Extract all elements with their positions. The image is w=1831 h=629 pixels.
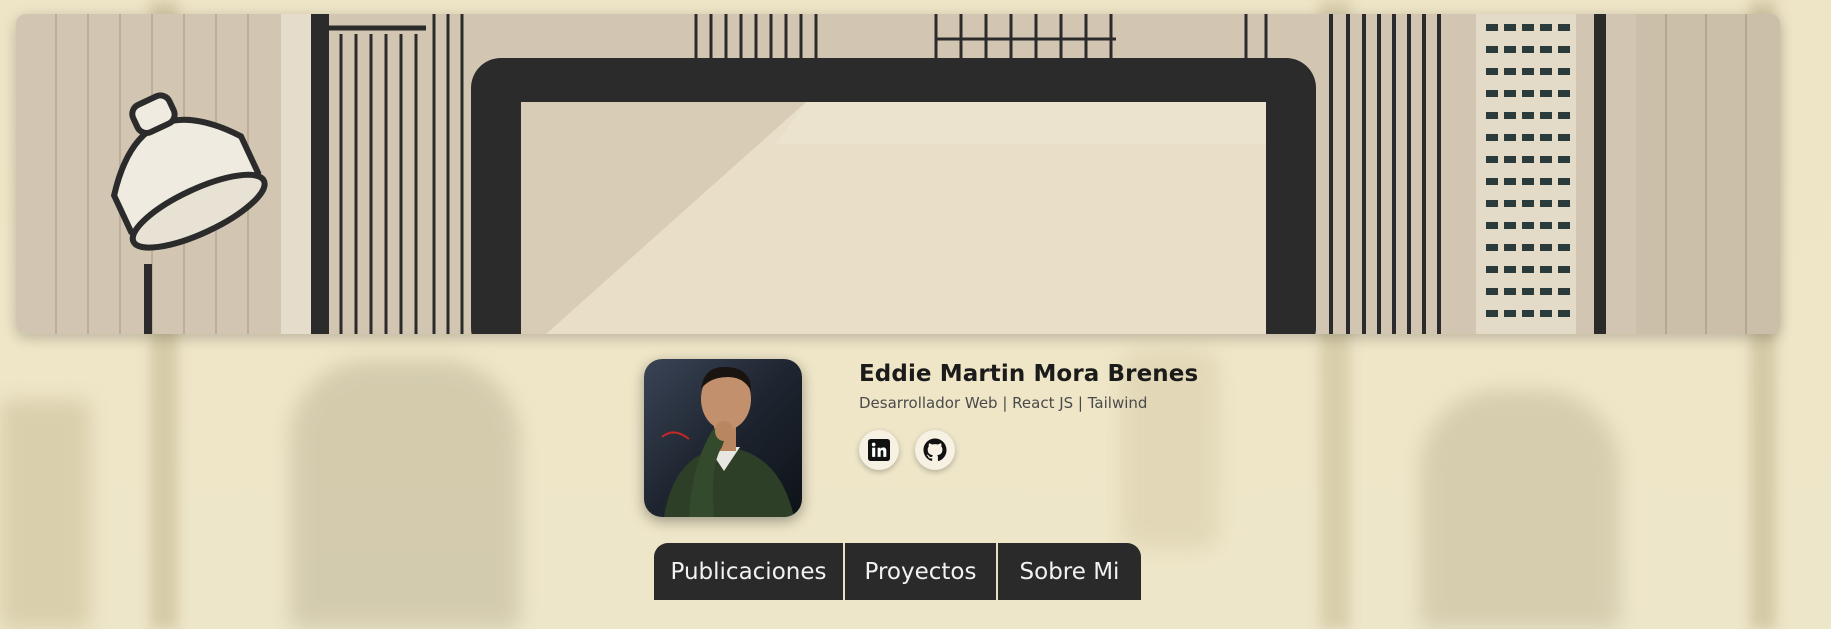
profile-tabs: Publicaciones Proyectos Sobre Mi — [654, 543, 1141, 600]
profile-role: Desarrollador Web | React JS | Tailwind — [859, 394, 1148, 412]
profile-photo — [644, 359, 802, 517]
profile-name: Eddie Martin Mora Brenes — [859, 361, 1199, 387]
avatar — [644, 359, 802, 517]
tab-proyectos[interactable]: Proyectos — [845, 543, 998, 600]
social-links — [859, 430, 955, 470]
profile-banner — [16, 14, 1780, 334]
tab-publicaciones[interactable]: Publicaciones — [654, 543, 845, 600]
github-icon — [923, 438, 947, 462]
github-link[interactable] — [915, 430, 955, 470]
linkedin-icon — [868, 439, 890, 461]
banner-illustration — [16, 14, 1780, 334]
profile-info: Eddie Martin Mora Brenes Desarrollador W… — [859, 361, 1198, 412]
linkedin-link[interactable] — [859, 430, 899, 470]
tab-sobre-mi[interactable]: Sobre Mi — [998, 543, 1141, 600]
